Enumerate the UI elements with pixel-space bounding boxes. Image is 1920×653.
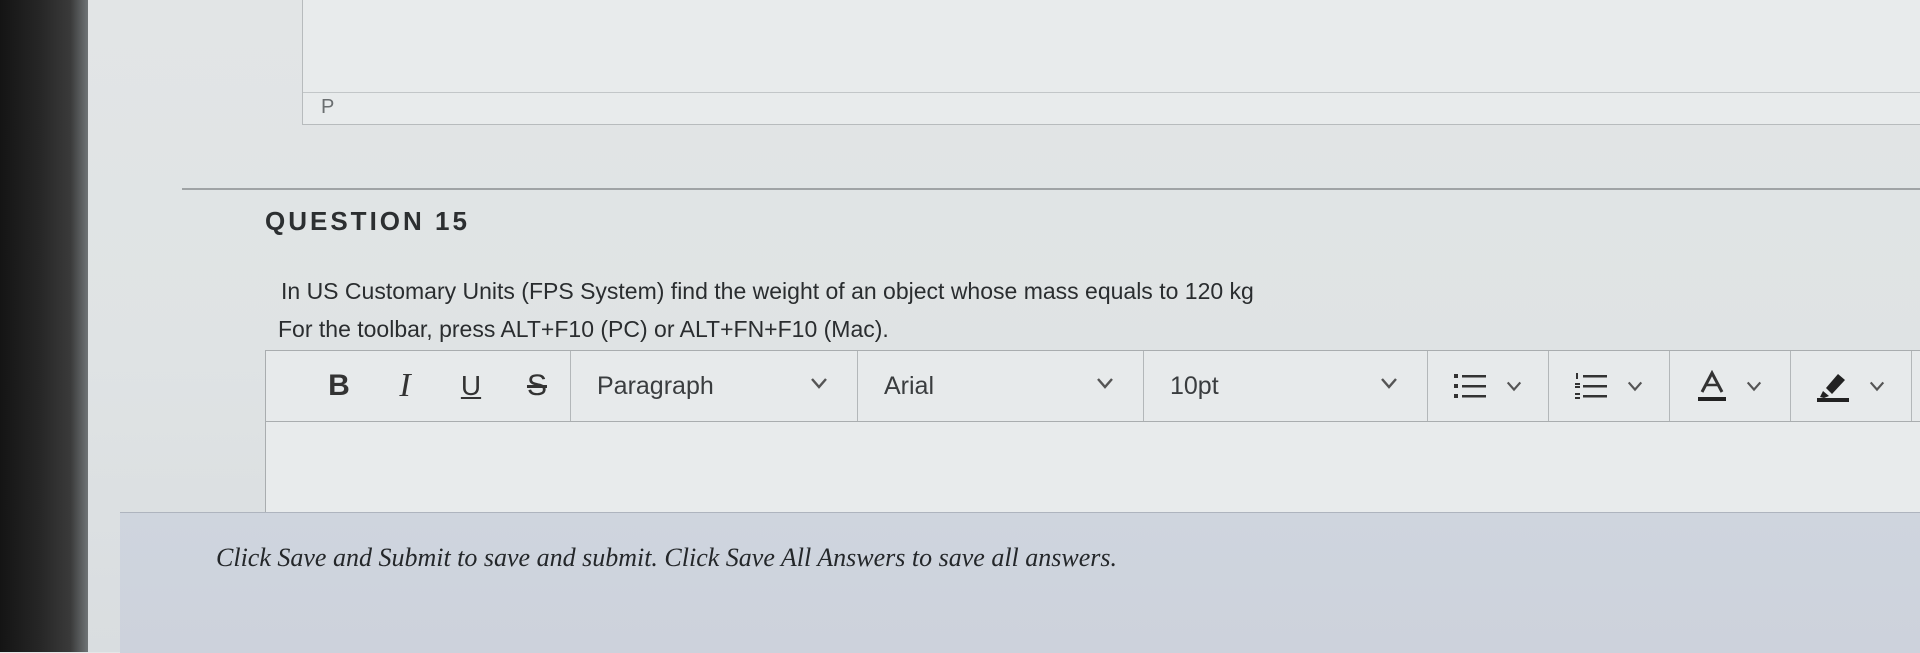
chevron-down-icon xyxy=(1381,378,1397,389)
text-color-icon xyxy=(1698,370,1726,401)
bold-button[interactable]: B xyxy=(306,361,372,411)
screen-bezel xyxy=(0,0,88,652)
font-size-value: 10pt xyxy=(1170,371,1219,400)
font-size-dropdown[interactable]: 10pt xyxy=(1144,351,1428,421)
chevron-down-icon xyxy=(1506,381,1522,392)
chevron-down-icon xyxy=(1869,381,1885,392)
block-format-value: Paragraph xyxy=(597,371,714,400)
submission-footer: Click Save and Submit to save and submit… xyxy=(120,512,1920,653)
highlight-icon xyxy=(1817,374,1849,402)
bullet-list-button[interactable] xyxy=(1428,351,1549,421)
element-path-label: P xyxy=(321,96,335,118)
font-family-value: Arial xyxy=(884,371,935,400)
answer-text-area[interactable] xyxy=(266,422,1920,520)
question-divider xyxy=(182,188,1920,190)
strikethrough-button[interactable]: S xyxy=(504,361,570,411)
numbered-list-icon xyxy=(1575,373,1607,399)
editor-toolbar: B I U S Paragraph Arial 10pt xyxy=(266,350,1920,422)
toolbar-hint: For the toolbar, press ALT+F10 (PC) or A… xyxy=(278,316,889,342)
save-instructions: Click Save and Submit to save and submit… xyxy=(216,543,1117,572)
highlight-color-button[interactable] xyxy=(1791,351,1912,421)
italic-button[interactable]: I xyxy=(372,361,438,411)
answer-editor: B I U S Paragraph Arial 10pt xyxy=(265,350,1920,520)
question-title: QUESTION 15 xyxy=(265,206,470,236)
formatting-group: B I U S xyxy=(266,351,571,421)
underline-button[interactable]: U xyxy=(438,361,504,411)
chevron-down-icon xyxy=(1097,378,1113,389)
previous-answer-editor[interactable]: P xyxy=(302,0,1920,125)
numbered-list-button[interactable] xyxy=(1549,351,1670,421)
editor-status-divider xyxy=(303,92,1920,93)
chevron-down-icon xyxy=(1627,381,1643,392)
block-format-dropdown[interactable]: Paragraph xyxy=(571,351,858,421)
font-family-dropdown[interactable]: Arial xyxy=(858,351,1144,421)
chevron-down-icon xyxy=(1746,381,1762,392)
chevron-down-icon xyxy=(811,378,827,389)
text-color-button[interactable] xyxy=(1670,351,1791,421)
question-text: In US Customary Units (FPS System) find … xyxy=(281,278,1254,304)
bullet-list-icon xyxy=(1454,374,1486,398)
